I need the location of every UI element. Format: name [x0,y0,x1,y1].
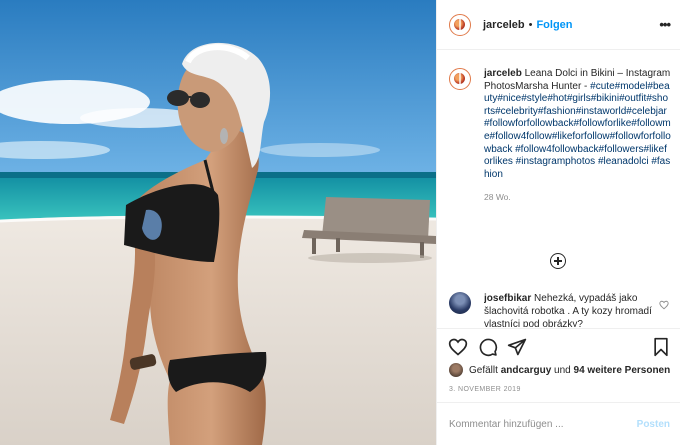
comment-icon[interactable] [478,337,498,357]
likes-prefix: Gefällt [469,364,498,376]
more-horizontal-icon[interactable]: ••• [659,17,671,32]
beach-photo-illustration [0,0,436,445]
liker-avatar[interactable] [449,363,463,377]
paper-plane-icon[interactable] [507,337,527,357]
caption-hashtags[interactable]: #cute#model#beauty#nice#style#hot#girls#… [484,81,671,180]
author-avatar[interactable] [449,13,471,36]
comment-input[interactable] [449,418,637,430]
likes-others-link[interactable]: 94 weitere Personen [574,365,671,376]
post-header: jarceleb • Folgen ••• [437,0,680,50]
post-side-panel: jarceleb • Folgen ••• jarceleb Leana Dol… [436,0,680,445]
header-separator: • [528,18,533,31]
commenter-avatar[interactable] [449,292,471,314]
action-bar [437,328,680,365]
post-photo[interactable] [0,0,436,445]
post-comment-button[interactable]: Posten [637,419,670,430]
heart-icon[interactable] [448,337,468,357]
comment-username[interactable]: josefbikar [484,293,531,304]
post-caption: jarceleb Leana Dolci in Bikini – Instagr… [449,68,671,204]
follow-button[interactable]: Folgen [536,19,572,31]
likes-summary: Gefällt andcarguy und 94 weitere Persone… [449,363,670,377]
add-comment-bar: Posten [437,402,680,445]
post-date[interactable]: 3. NOVEMBER 2019 [449,386,521,393]
plus-circle-icon[interactable] [550,253,566,269]
caption-text: jarceleb Leana Dolci in Bikini – Instagr… [484,68,671,204]
caption-username[interactable]: jarceleb [484,68,522,79]
author-username[interactable]: jarceleb [483,19,525,31]
post-time-ago[interactable]: 28 Wo. [484,191,671,204]
instagram-post: jarceleb • Folgen ••• jarceleb Leana Dol… [0,0,680,445]
comment-like-heart-icon[interactable] [659,300,669,310]
bookmark-icon[interactable] [651,337,671,357]
likes-connector: und [554,364,571,376]
comment-text: josefbikar Nehezká, vypadáš jako šlachov… [484,292,654,327]
caption-author-avatar[interactable] [449,68,471,90]
liker-username[interactable]: andcarguy [501,365,552,376]
comment-item: josefbikar Nehezká, vypadáš jako šlachov… [449,292,673,327]
